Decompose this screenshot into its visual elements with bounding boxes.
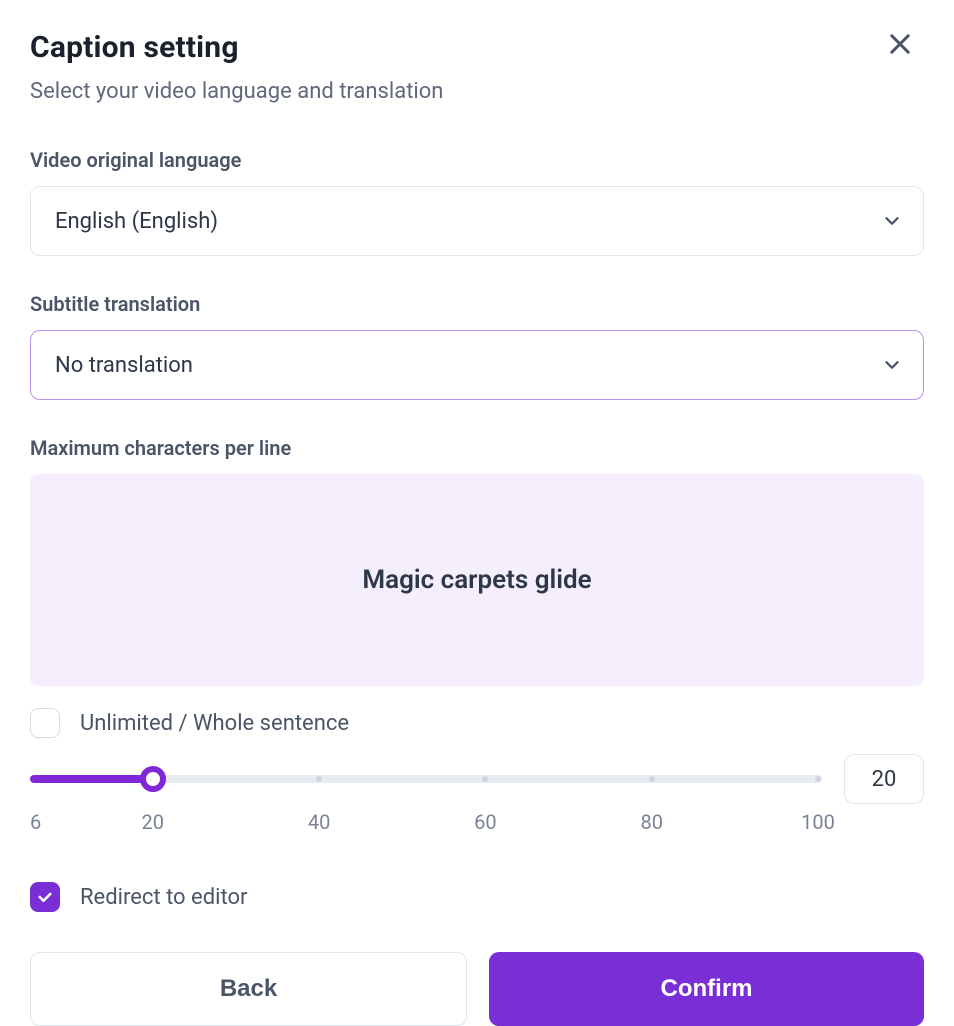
redirect-checkbox-label: Redirect to editor bbox=[80, 885, 247, 910]
slider-tick bbox=[815, 776, 821, 782]
slider-tick-labels: 6 20 40 60 80 100 bbox=[30, 810, 822, 838]
slider-tick bbox=[482, 776, 488, 782]
back-button[interactable]: Back bbox=[30, 952, 467, 1026]
subtitle-translation-select[interactable]: No translation bbox=[30, 330, 924, 400]
original-language-value: English (English) bbox=[55, 209, 218, 234]
close-button[interactable] bbox=[880, 26, 920, 66]
unlimited-checkbox-row: Unlimited / Whole sentence bbox=[30, 708, 924, 738]
slider-tick bbox=[649, 776, 655, 782]
subtitle-translation-label: Subtitle translation bbox=[30, 292, 924, 316]
confirm-button[interactable]: Confirm bbox=[489, 952, 924, 1026]
max-chars-value-input[interactable]: 20 bbox=[844, 754, 924, 804]
subtitle-translation-value: No translation bbox=[55, 353, 193, 378]
slider-tick bbox=[316, 776, 322, 782]
tick-label: 20 bbox=[142, 810, 164, 834]
chevron-down-icon bbox=[881, 210, 903, 232]
redirect-checkbox-row: Redirect to editor bbox=[30, 882, 924, 912]
max-chars-label: Maximum characters per line bbox=[30, 436, 924, 460]
close-icon bbox=[886, 30, 914, 62]
caption-preview-box: Magic carpets glide bbox=[30, 474, 924, 686]
tick-label: 80 bbox=[640, 810, 662, 834]
tick-label: 6 bbox=[30, 810, 41, 834]
original-language-select[interactable]: English (English) bbox=[30, 186, 924, 256]
unlimited-checkbox-label: Unlimited / Whole sentence bbox=[80, 711, 349, 736]
unlimited-checkbox[interactable] bbox=[30, 708, 60, 738]
button-row: Back Confirm bbox=[30, 952, 924, 1026]
tick-label: 40 bbox=[308, 810, 330, 834]
max-chars-slider-row: 20 bbox=[30, 754, 924, 804]
tick-label: 100 bbox=[801, 810, 835, 834]
caption-setting-modal: Caption setting Select your video langua… bbox=[0, 0, 954, 1024]
redirect-checkbox[interactable] bbox=[30, 882, 60, 912]
chevron-down-icon bbox=[881, 354, 903, 376]
slider-thumb[interactable] bbox=[140, 766, 166, 792]
caption-preview-text: Magic carpets glide bbox=[362, 565, 591, 595]
original-language-label: Video original language bbox=[30, 148, 924, 172]
modal-title: Caption setting bbox=[30, 30, 924, 65]
slider-track-fill bbox=[30, 775, 153, 783]
modal-subtitle: Select your video language and translati… bbox=[30, 79, 924, 104]
tick-label: 60 bbox=[474, 810, 496, 834]
max-chars-slider[interactable] bbox=[30, 764, 822, 794]
